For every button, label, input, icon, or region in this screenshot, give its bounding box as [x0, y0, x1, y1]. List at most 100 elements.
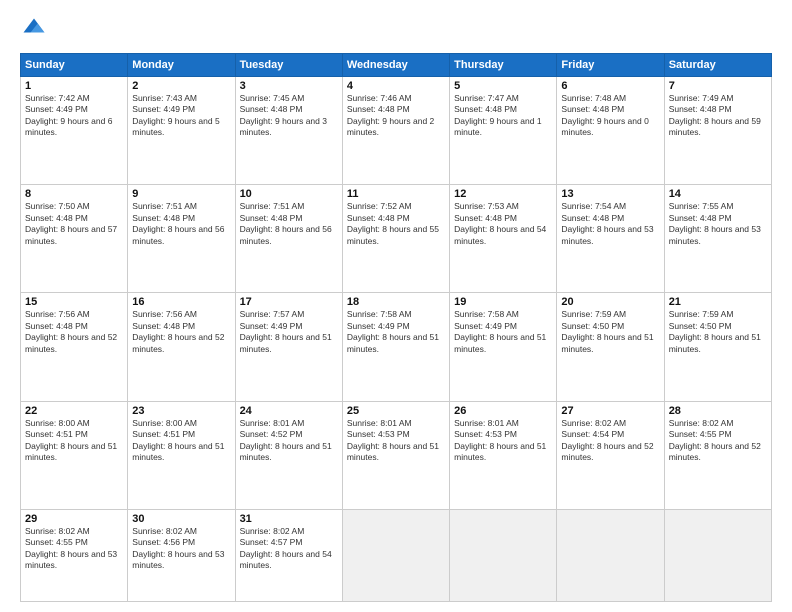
calendar-cell: 23 Sunrise: 8:00 AM Sunset: 4:51 PM Dayl… [128, 401, 235, 509]
calendar-cell: 13 Sunrise: 7:54 AM Sunset: 4:48 PM Dayl… [557, 185, 664, 293]
header [20, 15, 772, 43]
day-number: 9 [132, 188, 230, 200]
day-number: 17 [240, 296, 338, 308]
day-number: 6 [561, 80, 659, 92]
day-info: Sunrise: 7:51 AM Sunset: 4:48 PM Dayligh… [240, 201, 338, 247]
day-number: 21 [669, 296, 767, 308]
calendar-cell: 31 Sunrise: 8:02 AM Sunset: 4:57 PM Dayl… [235, 509, 342, 601]
calendar-cell [342, 509, 449, 601]
calendar-cell: 10 Sunrise: 7:51 AM Sunset: 4:48 PM Dayl… [235, 185, 342, 293]
day-info: Sunrise: 8:01 AM Sunset: 4:53 PM Dayligh… [347, 418, 445, 464]
calendar-cell: 11 Sunrise: 7:52 AM Sunset: 4:48 PM Dayl… [342, 185, 449, 293]
day-info: Sunrise: 8:01 AM Sunset: 4:53 PM Dayligh… [454, 418, 552, 464]
day-number: 11 [347, 188, 445, 200]
calendar-cell: 17 Sunrise: 7:57 AM Sunset: 4:49 PM Dayl… [235, 293, 342, 401]
calendar-cell [450, 509, 557, 601]
day-info: Sunrise: 7:49 AM Sunset: 4:48 PM Dayligh… [669, 93, 767, 139]
day-info: Sunrise: 7:56 AM Sunset: 4:48 PM Dayligh… [25, 309, 123, 355]
day-info: Sunrise: 8:02 AM Sunset: 4:55 PM Dayligh… [25, 526, 123, 572]
calendar-day-header: Wednesday [342, 54, 449, 77]
day-number: 1 [25, 80, 123, 92]
day-number: 12 [454, 188, 552, 200]
day-info: Sunrise: 7:48 AM Sunset: 4:48 PM Dayligh… [561, 93, 659, 139]
day-number: 15 [25, 296, 123, 308]
day-number: 27 [561, 405, 659, 417]
day-number: 8 [25, 188, 123, 200]
day-number: 24 [240, 405, 338, 417]
calendar-cell: 16 Sunrise: 7:56 AM Sunset: 4:48 PM Dayl… [128, 293, 235, 401]
day-number: 25 [347, 405, 445, 417]
day-info: Sunrise: 7:58 AM Sunset: 4:49 PM Dayligh… [347, 309, 445, 355]
day-number: 14 [669, 188, 767, 200]
calendar-cell: 27 Sunrise: 8:02 AM Sunset: 4:54 PM Dayl… [557, 401, 664, 509]
calendar-cell: 7 Sunrise: 7:49 AM Sunset: 4:48 PM Dayli… [664, 77, 771, 185]
day-number: 18 [347, 296, 445, 308]
day-info: Sunrise: 7:45 AM Sunset: 4:48 PM Dayligh… [240, 93, 338, 139]
calendar-cell: 15 Sunrise: 7:56 AM Sunset: 4:48 PM Dayl… [21, 293, 128, 401]
day-number: 7 [669, 80, 767, 92]
day-info: Sunrise: 7:42 AM Sunset: 4:49 PM Dayligh… [25, 93, 123, 139]
day-number: 22 [25, 405, 123, 417]
calendar-cell: 8 Sunrise: 7:50 AM Sunset: 4:48 PM Dayli… [21, 185, 128, 293]
calendar-cell: 9 Sunrise: 7:51 AM Sunset: 4:48 PM Dayli… [128, 185, 235, 293]
calendar-week-row: 8 Sunrise: 7:50 AM Sunset: 4:48 PM Dayli… [21, 185, 772, 293]
calendar-cell: 14 Sunrise: 7:55 AM Sunset: 4:48 PM Dayl… [664, 185, 771, 293]
day-number: 4 [347, 80, 445, 92]
calendar-day-header: Friday [557, 54, 664, 77]
calendar-cell: 30 Sunrise: 8:02 AM Sunset: 4:56 PM Dayl… [128, 509, 235, 601]
day-info: Sunrise: 7:50 AM Sunset: 4:48 PM Dayligh… [25, 201, 123, 247]
day-info: Sunrise: 7:47 AM Sunset: 4:48 PM Dayligh… [454, 93, 552, 139]
day-info: Sunrise: 7:46 AM Sunset: 4:48 PM Dayligh… [347, 93, 445, 139]
calendar-day-header: Tuesday [235, 54, 342, 77]
calendar-cell: 19 Sunrise: 7:58 AM Sunset: 4:49 PM Dayl… [450, 293, 557, 401]
day-info: Sunrise: 8:02 AM Sunset: 4:54 PM Dayligh… [561, 418, 659, 464]
day-info: Sunrise: 8:02 AM Sunset: 4:55 PM Dayligh… [669, 418, 767, 464]
calendar-cell: 18 Sunrise: 7:58 AM Sunset: 4:49 PM Dayl… [342, 293, 449, 401]
day-number: 2 [132, 80, 230, 92]
calendar-day-header: Sunday [21, 54, 128, 77]
day-number: 23 [132, 405, 230, 417]
calendar-week-row: 1 Sunrise: 7:42 AM Sunset: 4:49 PM Dayli… [21, 77, 772, 185]
day-info: Sunrise: 8:00 AM Sunset: 4:51 PM Dayligh… [132, 418, 230, 464]
calendar-cell: 4 Sunrise: 7:46 AM Sunset: 4:48 PM Dayli… [342, 77, 449, 185]
logo-icon [20, 15, 48, 43]
day-number: 31 [240, 513, 338, 525]
day-number: 16 [132, 296, 230, 308]
day-info: Sunrise: 8:02 AM Sunset: 4:56 PM Dayligh… [132, 526, 230, 572]
day-info: Sunrise: 8:01 AM Sunset: 4:52 PM Dayligh… [240, 418, 338, 464]
calendar-header-row: SundayMondayTuesdayWednesdayThursdayFrid… [21, 54, 772, 77]
calendar-cell: 25 Sunrise: 8:01 AM Sunset: 4:53 PM Dayl… [342, 401, 449, 509]
calendar-cell: 22 Sunrise: 8:00 AM Sunset: 4:51 PM Dayl… [21, 401, 128, 509]
day-number: 20 [561, 296, 659, 308]
calendar-week-row: 15 Sunrise: 7:56 AM Sunset: 4:48 PM Dayl… [21, 293, 772, 401]
calendar-cell: 28 Sunrise: 8:02 AM Sunset: 4:55 PM Dayl… [664, 401, 771, 509]
calendar-week-row: 22 Sunrise: 8:00 AM Sunset: 4:51 PM Dayl… [21, 401, 772, 509]
day-info: Sunrise: 8:00 AM Sunset: 4:51 PM Dayligh… [25, 418, 123, 464]
calendar-cell: 26 Sunrise: 8:01 AM Sunset: 4:53 PM Dayl… [450, 401, 557, 509]
calendar-cell [557, 509, 664, 601]
page: SundayMondayTuesdayWednesdayThursdayFrid… [0, 0, 792, 612]
calendar-day-header: Thursday [450, 54, 557, 77]
calendar-cell: 3 Sunrise: 7:45 AM Sunset: 4:48 PM Dayli… [235, 77, 342, 185]
day-number: 28 [669, 405, 767, 417]
calendar-week-row: 29 Sunrise: 8:02 AM Sunset: 4:55 PM Dayl… [21, 509, 772, 601]
day-info: Sunrise: 7:56 AM Sunset: 4:48 PM Dayligh… [132, 309, 230, 355]
calendar-cell: 2 Sunrise: 7:43 AM Sunset: 4:49 PM Dayli… [128, 77, 235, 185]
calendar-cell: 12 Sunrise: 7:53 AM Sunset: 4:48 PM Dayl… [450, 185, 557, 293]
day-number: 3 [240, 80, 338, 92]
day-number: 26 [454, 405, 552, 417]
day-info: Sunrise: 7:52 AM Sunset: 4:48 PM Dayligh… [347, 201, 445, 247]
day-info: Sunrise: 7:59 AM Sunset: 4:50 PM Dayligh… [669, 309, 767, 355]
calendar-day-header: Monday [128, 54, 235, 77]
day-info: Sunrise: 7:51 AM Sunset: 4:48 PM Dayligh… [132, 201, 230, 247]
day-info: Sunrise: 7:59 AM Sunset: 4:50 PM Dayligh… [561, 309, 659, 355]
day-number: 19 [454, 296, 552, 308]
day-info: Sunrise: 7:57 AM Sunset: 4:49 PM Dayligh… [240, 309, 338, 355]
calendar-cell: 20 Sunrise: 7:59 AM Sunset: 4:50 PM Dayl… [557, 293, 664, 401]
calendar-cell: 6 Sunrise: 7:48 AM Sunset: 4:48 PM Dayli… [557, 77, 664, 185]
calendar-cell: 5 Sunrise: 7:47 AM Sunset: 4:48 PM Dayli… [450, 77, 557, 185]
day-info: Sunrise: 7:54 AM Sunset: 4:48 PM Dayligh… [561, 201, 659, 247]
day-number: 13 [561, 188, 659, 200]
day-info: Sunrise: 7:43 AM Sunset: 4:49 PM Dayligh… [132, 93, 230, 139]
calendar-cell: 24 Sunrise: 8:01 AM Sunset: 4:52 PM Dayl… [235, 401, 342, 509]
